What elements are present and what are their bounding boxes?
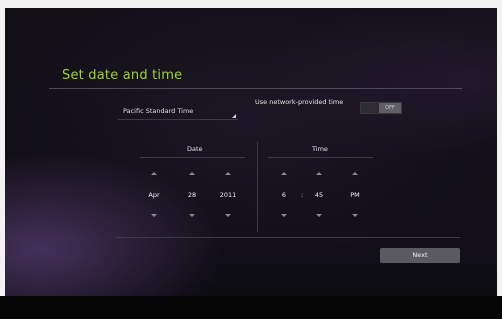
year-value[interactable]: 2011	[216, 191, 240, 199]
left-frame	[0, 0, 5, 319]
footer-divider	[115, 237, 460, 238]
day-increment-icon[interactable]	[189, 172, 195, 175]
hour-picker: 6	[272, 172, 296, 218]
time-label-underline	[268, 157, 373, 158]
day-picker: 28	[180, 172, 204, 218]
next-button[interactable]: Next	[380, 248, 460, 263]
title-divider	[49, 88, 462, 89]
minute-value[interactable]: 45	[307, 191, 331, 199]
time-separator: :	[301, 191, 304, 199]
setup-screen: Set date and time Pacific Standard Time …	[0, 0, 502, 319]
time-section-label: Time	[312, 145, 328, 153]
system-bar	[0, 296, 502, 319]
day-decrement-icon[interactable]	[189, 214, 195, 217]
month-value[interactable]: Apr	[142, 191, 166, 199]
month-increment-icon[interactable]	[151, 172, 157, 175]
ampm-increment-icon[interactable]	[352, 172, 358, 175]
minute-picker: 45	[307, 172, 331, 218]
date-label-underline	[140, 157, 245, 158]
timezone-spinner[interactable]: Pacific Standard Time	[118, 103, 238, 120]
timezone-value: Pacific Standard Time	[123, 107, 194, 115]
hour-decrement-icon[interactable]	[281, 214, 287, 217]
ampm-value[interactable]: PM	[343, 191, 367, 199]
network-time-label: Use network-provided time	[255, 98, 344, 106]
minute-decrement-icon[interactable]	[316, 214, 322, 217]
network-time-toggle[interactable]: OFF	[360, 102, 402, 114]
page-title: Set date and time	[62, 68, 183, 83]
date-section-label: Date	[187, 145, 203, 153]
year-increment-icon[interactable]	[225, 172, 231, 175]
right-frame	[497, 0, 502, 319]
hour-increment-icon[interactable]	[281, 172, 287, 175]
year-decrement-icon[interactable]	[225, 214, 231, 217]
date-time-divider	[257, 142, 258, 232]
hour-value[interactable]: 6	[272, 191, 296, 199]
day-value[interactable]: 28	[180, 191, 204, 199]
ampm-picker: PM	[343, 172, 367, 218]
ampm-decrement-icon[interactable]	[352, 214, 358, 217]
dropdown-corner-icon	[232, 114, 236, 118]
toggle-state-label: OFF	[379, 103, 401, 113]
month-decrement-icon[interactable]	[151, 214, 157, 217]
top-frame	[0, 0, 502, 8]
month-picker: Apr	[142, 172, 166, 218]
year-picker: 2011	[216, 172, 240, 218]
minute-increment-icon[interactable]	[316, 172, 322, 175]
